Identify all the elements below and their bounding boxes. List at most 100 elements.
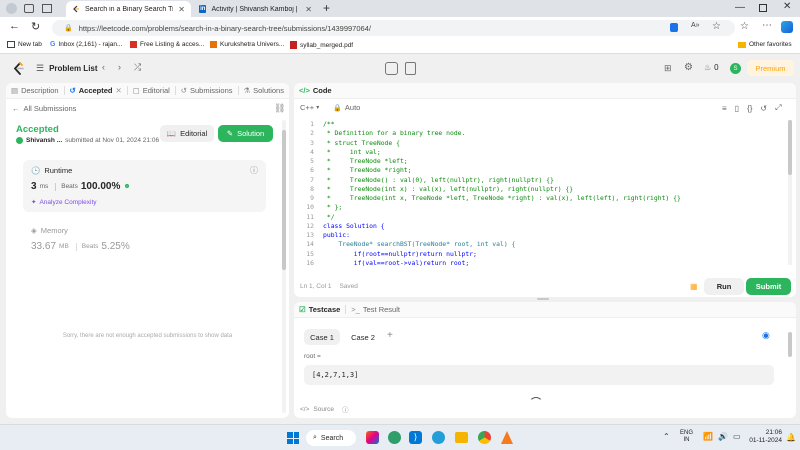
language-indicator[interactable]: ENG IN	[680, 430, 693, 444]
next-problem-icon[interactable]: ›	[118, 62, 121, 72]
avatar[interactable]: S	[730, 63, 741, 74]
tab-title: Search in a Binary Search Tree - Le	[85, 5, 173, 13]
visibility-eye-icon[interactable]: ◉	[762, 330, 770, 341]
streak-counter[interactable]: ♨ 0	[704, 63, 719, 72]
username[interactable]: Shivansh ...	[26, 137, 62, 144]
close-tab-icon[interactable]: ✕	[305, 5, 312, 14]
more-menu-icon[interactable]: ⋯	[762, 20, 772, 31]
layout-icon[interactable]: ⊞	[664, 63, 672, 74]
edge-browser-icon[interactable]	[388, 431, 401, 444]
beats-emoji-icon: ☻	[123, 183, 131, 190]
system-tray[interactable]: 📶 🔊 ▭	[703, 432, 741, 441]
close-window-button[interactable]: ✕	[783, 1, 791, 12]
chrome-icon[interactable]	[478, 431, 491, 444]
add-case-button[interactable]: +	[387, 330, 393, 341]
runtime-card[interactable]: 🕒 Runtime ⓘ 3 ms Beats 100.00% ☻ ✦ Analy…	[23, 160, 266, 212]
help-icon[interactable]: ⓘ	[342, 404, 349, 414]
extension-icon[interactable]	[670, 23, 678, 32]
format-icon[interactable]: ≡	[722, 104, 727, 113]
shuffle-icon[interactable]: ⤮	[134, 62, 141, 73]
tab-solutions[interactable]: ⚗ Solutions	[238, 86, 289, 95]
profile-icon[interactable]	[6, 3, 17, 14]
expand-icon[interactable]: ⤢	[775, 103, 781, 113]
copilot-icon[interactable]	[781, 21, 793, 33]
notification-bell-icon[interactable]: 🔔	[786, 433, 796, 442]
share-link-icon[interactable]: ⛓	[274, 103, 285, 114]
user-avatar-icon[interactable]	[16, 137, 23, 144]
bookmark-free-listing[interactable]: Free Listing & acces...	[130, 41, 204, 48]
tab-test-result[interactable]: >_ Test Result	[346, 305, 405, 314]
submit-button[interactable]: Submit	[746, 278, 791, 295]
tab-code[interactable]: </> Code	[294, 86, 337, 95]
other-favorites[interactable]: Other favorites	[738, 41, 792, 48]
info-icon[interactable]: ⓘ	[250, 165, 258, 176]
debugger-icon[interactable]	[385, 62, 398, 75]
language-select[interactable]: C++ ▾	[300, 103, 319, 112]
new-tab-button[interactable]: +	[323, 1, 330, 15]
code-scrollbar[interactable]	[788, 120, 792, 265]
test-scrollbar[interactable]	[788, 332, 792, 357]
back-icon[interactable]: ←	[9, 20, 20, 32]
workspaces-icon[interactable]	[42, 4, 52, 13]
tab-testcase[interactable]: ☑ Testcase	[294, 305, 345, 314]
left-scrollbar[interactable]	[282, 120, 286, 413]
settings-gear-icon[interactable]: ⚙	[684, 62, 693, 73]
problem-list-button[interactable]: ☰ Problem List	[36, 63, 98, 74]
tab-submissions[interactable]: ↺ Submissions	[176, 86, 238, 95]
tray-chevron-icon[interactable]: ⌃	[663, 432, 670, 441]
bookmark-icon[interactable]: ▯	[735, 104, 739, 113]
windows-start-icon[interactable]	[287, 432, 299, 444]
run-button[interactable]: Run	[704, 278, 744, 295]
scrollbar-thumb[interactable]	[282, 130, 286, 270]
source-toggle[interactable]: </> Source ⓘ	[300, 404, 349, 415]
tab-actions-icon[interactable]	[24, 4, 34, 13]
braces-icon[interactable]: {}	[747, 104, 752, 113]
close-tab-icon[interactable]: ✕	[116, 86, 122, 95]
case-2-tab[interactable]: Case 2	[345, 329, 381, 345]
bookmark-inbox[interactable]: G Inbox (2,161) - rajan...	[50, 41, 122, 48]
minimize-button[interactable]: —	[735, 2, 745, 13]
tab-accepted[interactable]: ↺ Accepted ✕	[64, 86, 126, 95]
all-submissions-link[interactable]: ← All Submissions	[12, 104, 76, 113]
browser-tab-leetcode[interactable]: Search in a Binary Search Tree - Le ✕	[66, 1, 191, 17]
code-editor[interactable]: 1 /** 2 * Definition for a binary tree no…	[294, 120, 784, 270]
root-input[interactable]: [4,2,7,1,3]	[304, 365, 774, 385]
tab-editorial[interactable]: ▢ Editorial	[128, 86, 175, 95]
close-tab-icon[interactable]: ✕	[178, 5, 185, 14]
favorite-star-icon[interactable]: ☆	[712, 21, 721, 32]
book-icon: 📖	[166, 129, 177, 138]
bookmark-new-tab[interactable]: New tab	[7, 41, 42, 48]
url-input[interactable]: 🔒 https://leetcode.com/problems/search-i…	[52, 20, 735, 36]
memory-card[interactable]: ◈ Memory 33.67 MB Beats 5.25%	[23, 220, 266, 260]
refresh-icon[interactable]: ↻	[31, 20, 40, 33]
editorial-button[interactable]: 📖 Editorial	[160, 125, 214, 142]
analyze-complexity-link[interactable]: ✦ Analyze Complexity	[31, 198, 97, 207]
resize-handle[interactable]	[537, 298, 549, 300]
favorites-icon[interactable]: ☆	[740, 21, 749, 32]
read-aloud-icon[interactable]: A»	[691, 22, 700, 29]
vscode-icon[interactable]: ⟩	[409, 431, 422, 444]
leetcode-logo-icon[interactable]	[13, 62, 24, 75]
case-1-tab[interactable]: Case 1	[304, 329, 340, 345]
autocomplete-toggle[interactable]: 🔒 Auto	[333, 103, 360, 112]
premium-button[interactable]: Premium	[747, 60, 794, 76]
vlc-icon[interactable]	[501, 431, 513, 444]
solution-button[interactable]: ✎ Solution	[218, 125, 273, 142]
browser-tab-linkedin[interactable]: in Activity | Shivansh Kamboj | Linked ✕	[193, 1, 318, 17]
bookmark-kurukshetra[interactable]: Kurukshetra Univers...	[210, 41, 284, 48]
hint-icon[interactable]: ▦	[690, 282, 698, 291]
line-number: 12	[306, 221, 314, 230]
notes-icon[interactable]	[405, 62, 416, 75]
telegram-icon[interactable]	[432, 431, 445, 444]
prev-problem-icon[interactable]: ‹	[102, 62, 105, 72]
file-explorer-icon[interactable]	[455, 432, 468, 443]
taskbar-search[interactable]: ⌕ Search	[306, 430, 356, 446]
runtime-label: Runtime	[44, 166, 73, 175]
maximize-button[interactable]	[759, 4, 767, 12]
bookmark-syllabus[interactable]: syllab_merged.pdf	[290, 41, 353, 49]
reset-icon[interactable]: ↺	[760, 104, 767, 113]
clock[interactable]: 21:06 01-11-2024	[744, 429, 782, 445]
tab-description[interactable]: ▤ Description	[6, 86, 64, 95]
scrollbar-thumb[interactable]	[788, 120, 792, 175]
widgets-icon[interactable]	[366, 431, 379, 444]
